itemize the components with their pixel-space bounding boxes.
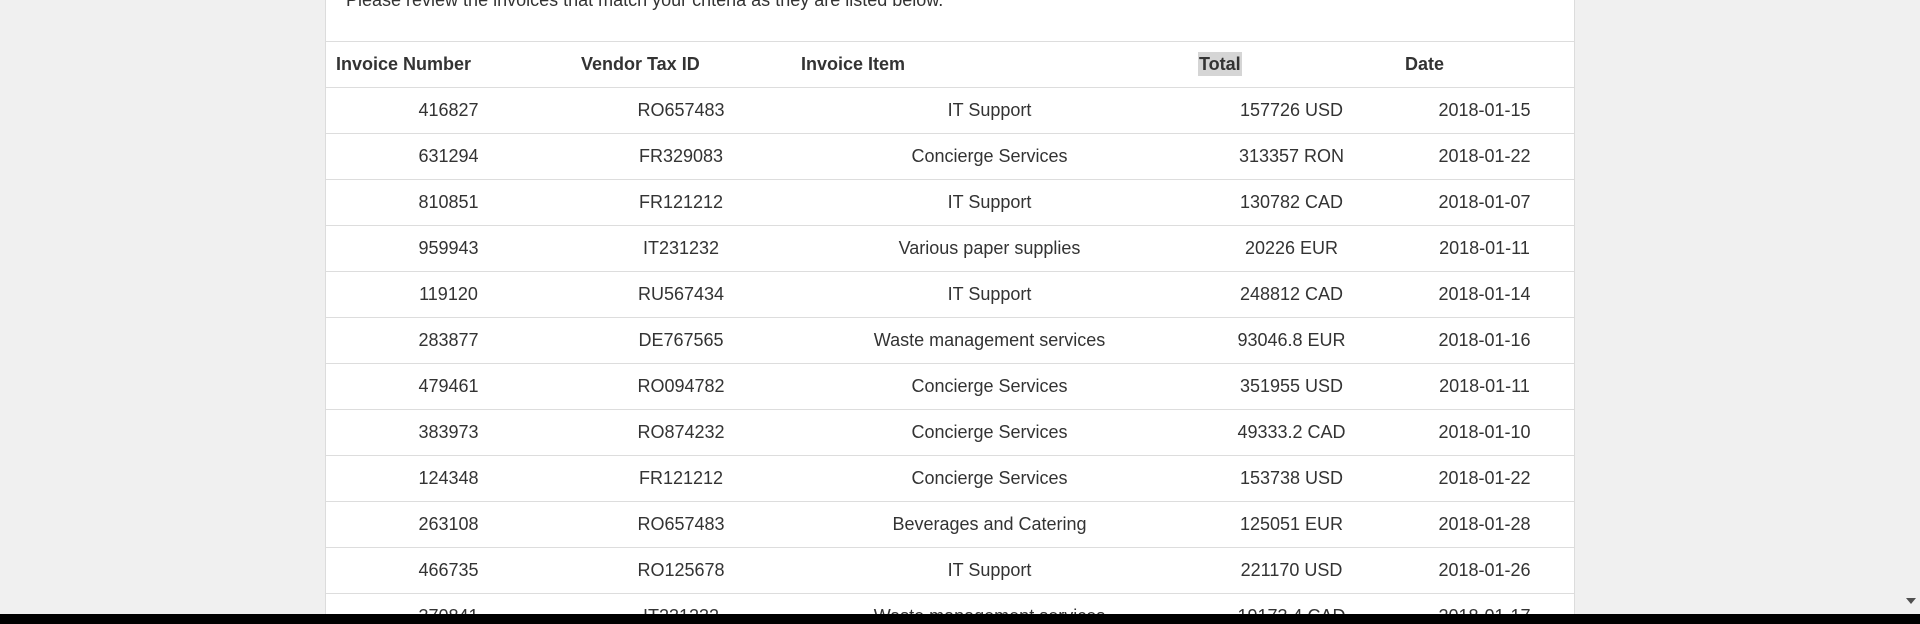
cell-invoice-number: 124348	[326, 455, 571, 502]
header-invoice-item[interactable]: Invoice Item	[791, 41, 1188, 88]
cell-invoice-number: 810851	[326, 179, 571, 226]
cell-invoice-item: Concierge Services	[791, 363, 1188, 410]
cell-invoice-item: Concierge Services	[791, 409, 1188, 456]
cell-total: 130782 CAD	[1188, 179, 1395, 226]
cell-invoice-number: 119120	[326, 271, 571, 318]
table-row: 466735 RO125678 IT Support 221170 USD 20…	[326, 547, 1574, 594]
table-header-row: Invoice Number Vendor Tax ID Invoice Ite…	[326, 41, 1574, 88]
cell-date: 2018-01-22	[1395, 133, 1574, 180]
cell-total: 20226 EUR	[1188, 225, 1395, 272]
header-date[interactable]: Date	[1395, 41, 1574, 88]
cell-invoice-item: IT Support	[791, 547, 1188, 594]
cell-total: 248812 CAD	[1188, 271, 1395, 318]
cell-vendor-tax-id: RO094782	[571, 363, 791, 410]
invoice-panel: Please review the invoices that match yo…	[325, 0, 1575, 614]
cell-total: 125051 EUR	[1188, 501, 1395, 548]
table-row: 119120 RU567434 IT Support 248812 CAD 20…	[326, 271, 1574, 318]
cell-date: 2018-01-28	[1395, 501, 1574, 548]
vertical-scrollbar[interactable]	[1903, 0, 1920, 614]
cell-invoice-item: Concierge Services	[791, 455, 1188, 502]
cell-invoice-item: Waste management services	[791, 317, 1188, 364]
table-row: 383973 RO874232 Concierge Services 49333…	[326, 409, 1574, 456]
table-row: 124348 FR121212 Concierge Services 15373…	[326, 455, 1574, 502]
cell-date: 2018-01-11	[1395, 225, 1574, 272]
table-row: 959943 IT231232 Various paper supplies 2…	[326, 225, 1574, 272]
table-row: 283877 DE767565 Waste management service…	[326, 317, 1574, 364]
cell-invoice-item: Concierge Services	[791, 133, 1188, 180]
header-total-label: Total	[1198, 52, 1242, 76]
cell-vendor-tax-id: FR121212	[571, 179, 791, 226]
cell-invoice-number: 479461	[326, 363, 571, 410]
cell-date: 2018-01-17	[1395, 593, 1574, 614]
cell-vendor-tax-id: IT231232	[571, 593, 791, 614]
table-row: 631294 FR329083 Concierge Services 31335…	[326, 133, 1574, 180]
cell-invoice-item: IT Support	[791, 271, 1188, 318]
cell-total: 221170 USD	[1188, 547, 1395, 594]
table-row: 370841 IT231232 Waste management service…	[326, 593, 1574, 614]
header-vendor-tax-id[interactable]: Vendor Tax ID	[571, 41, 791, 88]
cell-invoice-number: 283877	[326, 317, 571, 364]
cell-invoice-number: 959943	[326, 225, 571, 272]
cell-vendor-tax-id: RO657483	[571, 501, 791, 548]
cell-invoice-item: Waste management services	[791, 593, 1188, 614]
cell-total: 49333.2 CAD	[1188, 409, 1395, 456]
cell-invoice-number: 370841	[326, 593, 571, 614]
cell-date: 2018-01-16	[1395, 317, 1574, 364]
cell-invoice-item: IT Support	[791, 87, 1188, 134]
cell-total: 313357 RON	[1188, 133, 1395, 180]
table-row: 810851 FR121212 IT Support 130782 CAD 20…	[326, 179, 1574, 226]
page-viewport: Please review the invoices that match yo…	[0, 0, 1920, 614]
header-invoice-number[interactable]: Invoice Number	[326, 41, 571, 88]
cell-vendor-tax-id: RO657483	[571, 87, 791, 134]
cell-vendor-tax-id: DE767565	[571, 317, 791, 364]
triangle-down-icon[interactable]	[1906, 598, 1916, 604]
cell-total: 153738 USD	[1188, 455, 1395, 502]
cell-total: 157726 USD	[1188, 87, 1395, 134]
cell-date: 2018-01-07	[1395, 179, 1574, 226]
cell-date: 2018-01-10	[1395, 409, 1574, 456]
intro-text: Please review the invoices that match yo…	[346, 0, 944, 10]
header-total[interactable]: Total	[1188, 41, 1395, 88]
cell-date: 2018-01-11	[1395, 363, 1574, 410]
invoice-table: Invoice Number Vendor Tax ID Invoice Ite…	[326, 41, 1574, 614]
cell-invoice-number: 416827	[326, 87, 571, 134]
cell-date: 2018-01-26	[1395, 547, 1574, 594]
cell-invoice-number: 263108	[326, 501, 571, 548]
cell-invoice-item: IT Support	[791, 179, 1188, 226]
cell-total: 19173.4 CAD	[1188, 593, 1395, 614]
cell-date: 2018-01-15	[1395, 87, 1574, 134]
cell-invoice-number: 631294	[326, 133, 571, 180]
cell-date: 2018-01-14	[1395, 271, 1574, 318]
table-row: 263108 RO657483 Beverages and Catering 1…	[326, 501, 1574, 548]
cell-vendor-tax-id: FR329083	[571, 133, 791, 180]
cell-date: 2018-01-22	[1395, 455, 1574, 502]
bottom-bar	[0, 614, 1920, 624]
table-row: 416827 RO657483 IT Support 157726 USD 20…	[326, 87, 1574, 134]
cell-total: 351955 USD	[1188, 363, 1395, 410]
cell-invoice-number: 383973	[326, 409, 571, 456]
cell-vendor-tax-id: IT231232	[571, 225, 791, 272]
cell-invoice-number: 466735	[326, 547, 571, 594]
table-row: 479461 RO094782 Concierge Services 35195…	[326, 363, 1574, 410]
cell-vendor-tax-id: RO125678	[571, 547, 791, 594]
cell-vendor-tax-id: RO874232	[571, 409, 791, 456]
cell-vendor-tax-id: RU567434	[571, 271, 791, 318]
cell-vendor-tax-id: FR121212	[571, 455, 791, 502]
cell-invoice-item: Various paper supplies	[791, 225, 1188, 272]
cell-total: 93046.8 EUR	[1188, 317, 1395, 364]
cell-invoice-item: Beverages and Catering	[791, 501, 1188, 548]
